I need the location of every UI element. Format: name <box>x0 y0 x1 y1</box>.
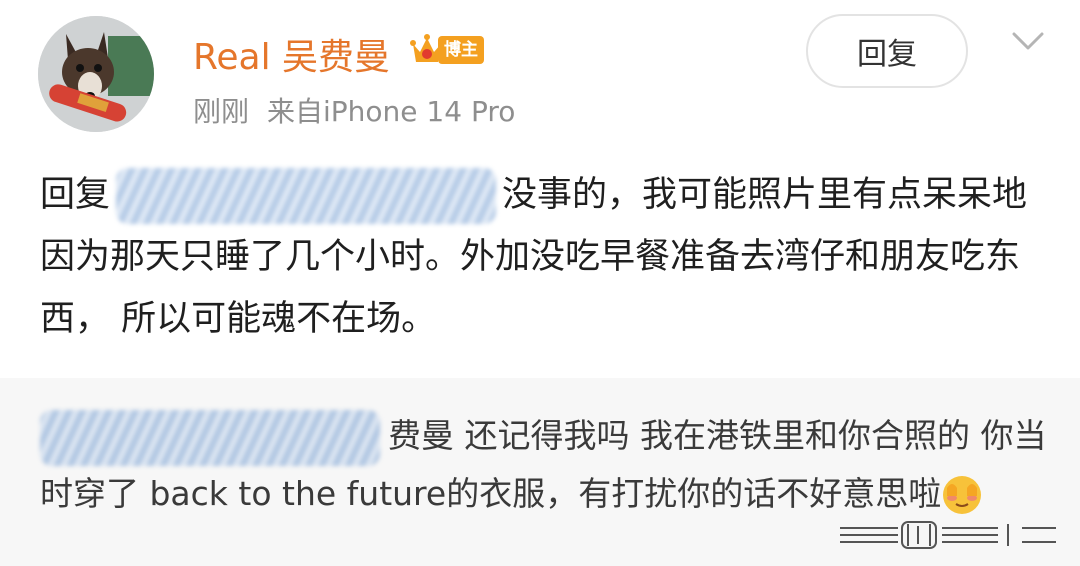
redacted-username <box>116 168 497 224</box>
shy-face-emoji-icon <box>943 476 982 514</box>
author-name[interactable]: Real 吴费曼 <box>193 28 390 80</box>
badge-label: 博主 <box>438 36 484 64</box>
chevron-down-icon[interactable] <box>1008 26 1048 56</box>
blogger-badge: 博主 <box>410 32 496 68</box>
post-meta: 刚刚 来自iPhone 14 Pro <box>193 90 515 130</box>
post-source: 来自iPhone 14 Pro <box>267 95 516 128</box>
redacted-username <box>40 409 380 466</box>
reply-button[interactable]: 回复 <box>806 14 968 88</box>
post-time: 刚刚 <box>193 95 250 128</box>
avatar[interactable] <box>38 16 154 132</box>
watermark-logo <box>840 521 1056 549</box>
comment-body: 回复 没事的，我可能照片里有点呆呆地因为那天只睡了几个小时。外加没吃早餐准备去湾仔… <box>40 164 1050 350</box>
dog-avatar-icon <box>38 16 154 132</box>
reply-prefix: 回复 <box>40 175 111 215</box>
quoted-body: 费曼 还记得我吗 我在港铁里和你合照的 你当时穿了 back to the fu… <box>40 408 1050 522</box>
